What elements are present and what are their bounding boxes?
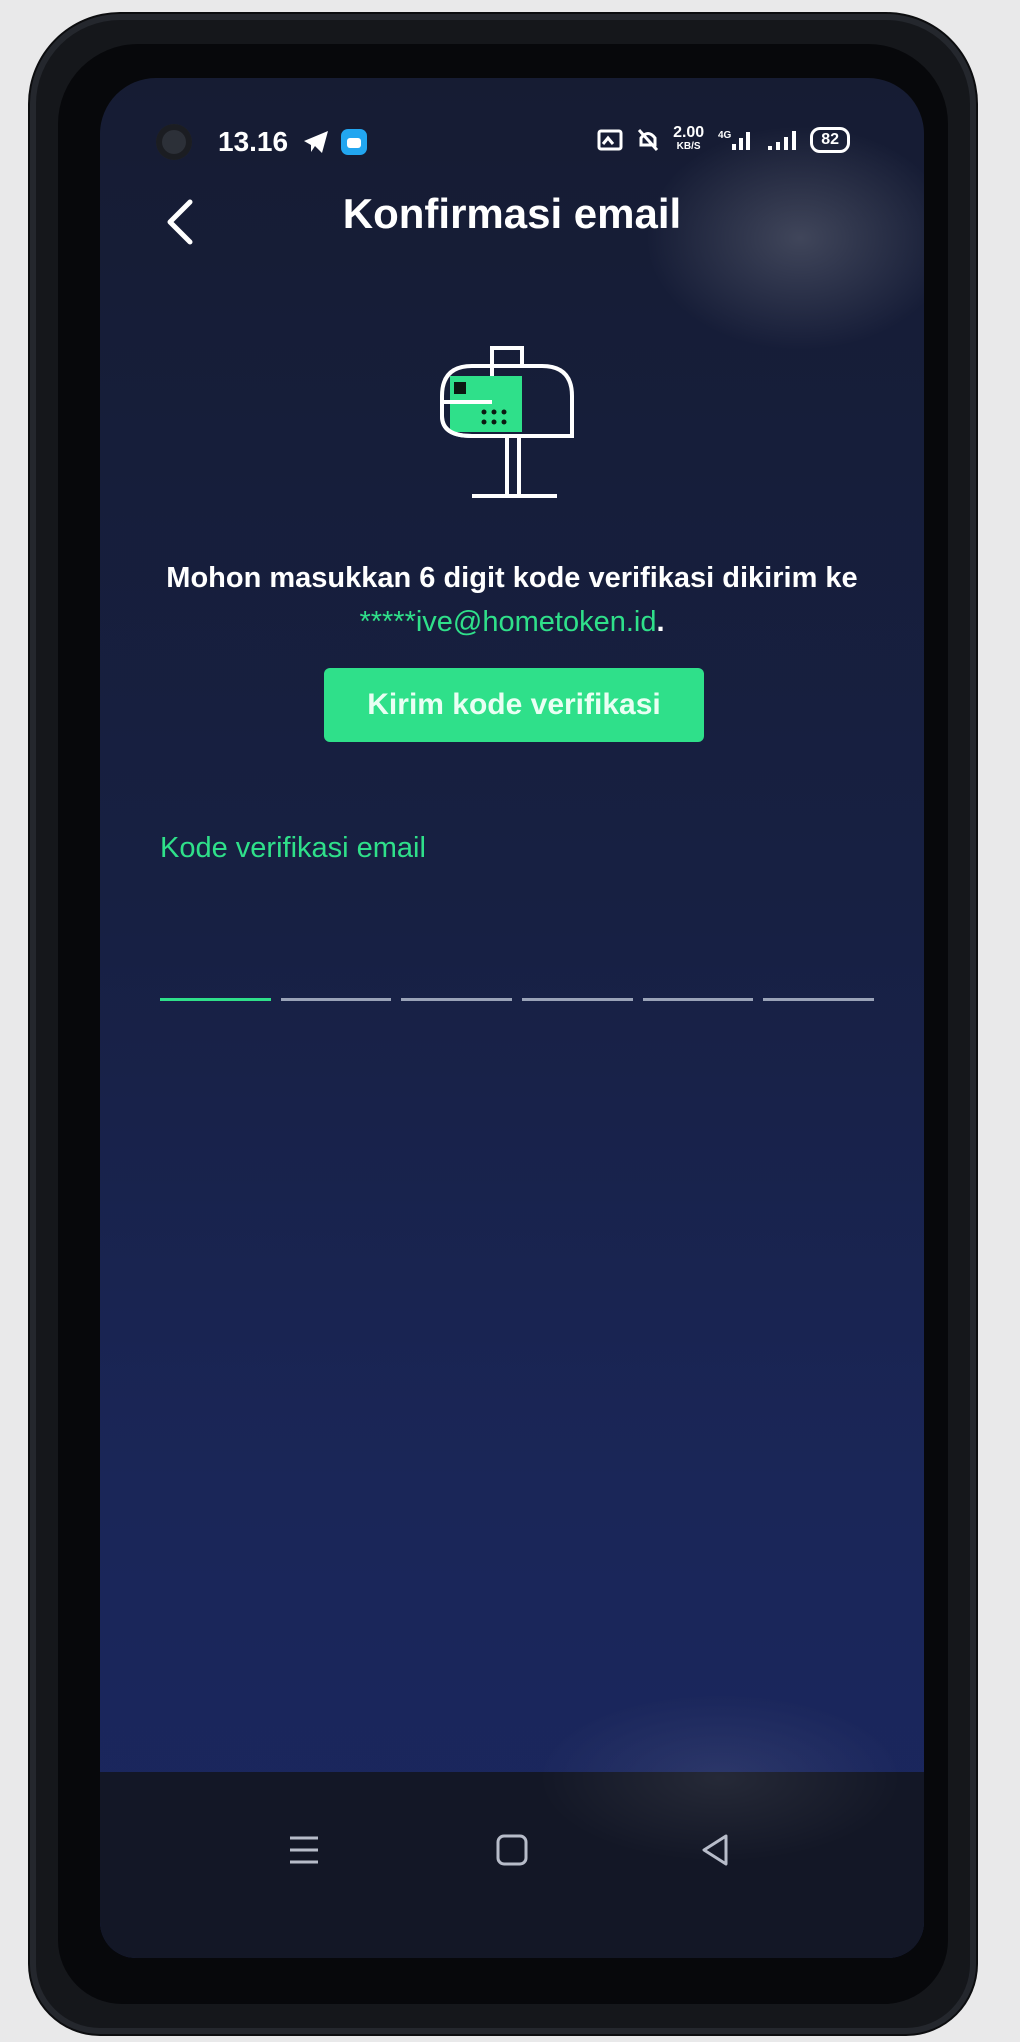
navigation-bar — [100, 1772, 924, 1958]
battery-indicator: 82 — [810, 127, 850, 153]
page-title: Konfirmasi email — [342, 190, 682, 237]
email-suffix: . — [656, 606, 665, 638]
status-time: 13.16 — [218, 126, 289, 157]
telegram-icon — [304, 131, 328, 153]
message-email-line: *****ive@hometoken.id. — [120, 600, 904, 644]
code-digit-4[interactable] — [522, 938, 633, 1001]
front-camera — [156, 124, 192, 160]
code-digit-5[interactable] — [642, 938, 754, 1001]
network-speed: 2.00 KB/S — [673, 124, 705, 153]
mailbox-icon — [440, 346, 574, 498]
status-right-icons: 2.00 KB/S 4G 82 — [597, 124, 850, 154]
code-input[interactable] — [160, 938, 875, 1001]
menu-icon[interactable] — [278, 1824, 330, 1876]
send-code-button[interactable]: Kirim kode verifikasi — [324, 668, 704, 742]
masked-email: *****ive@hometoken.id — [359, 606, 657, 638]
screen: 13.16 2.00 KB/S 4G 82 Konfirmasi email M… — [100, 78, 924, 1958]
code-digit-6[interactable] — [763, 938, 875, 1001]
app-notification-icon — [341, 129, 367, 155]
status-left-icons — [302, 128, 368, 156]
message-text: Mohon masukkan 6 digit kode verifikasi d… — [166, 562, 858, 594]
svg-text:4G: 4G — [718, 130, 732, 141]
triangle-back-icon[interactable] — [690, 1824, 742, 1876]
code-digit-1[interactable] — [160, 938, 271, 1001]
signal-icon — [768, 131, 797, 150]
code-digit-3[interactable] — [401, 938, 513, 1001]
home-icon[interactable] — [486, 1824, 538, 1876]
media-icon — [597, 129, 623, 151]
mute-bell-icon — [637, 128, 659, 152]
signal-4g-icon: 4G — [718, 130, 751, 150]
code-digit-2[interactable] — [280, 938, 392, 1001]
verification-message: Mohon masukkan 6 digit kode verifikasi d… — [120, 556, 904, 644]
code-label: Kode verifikasi email — [160, 832, 426, 864]
